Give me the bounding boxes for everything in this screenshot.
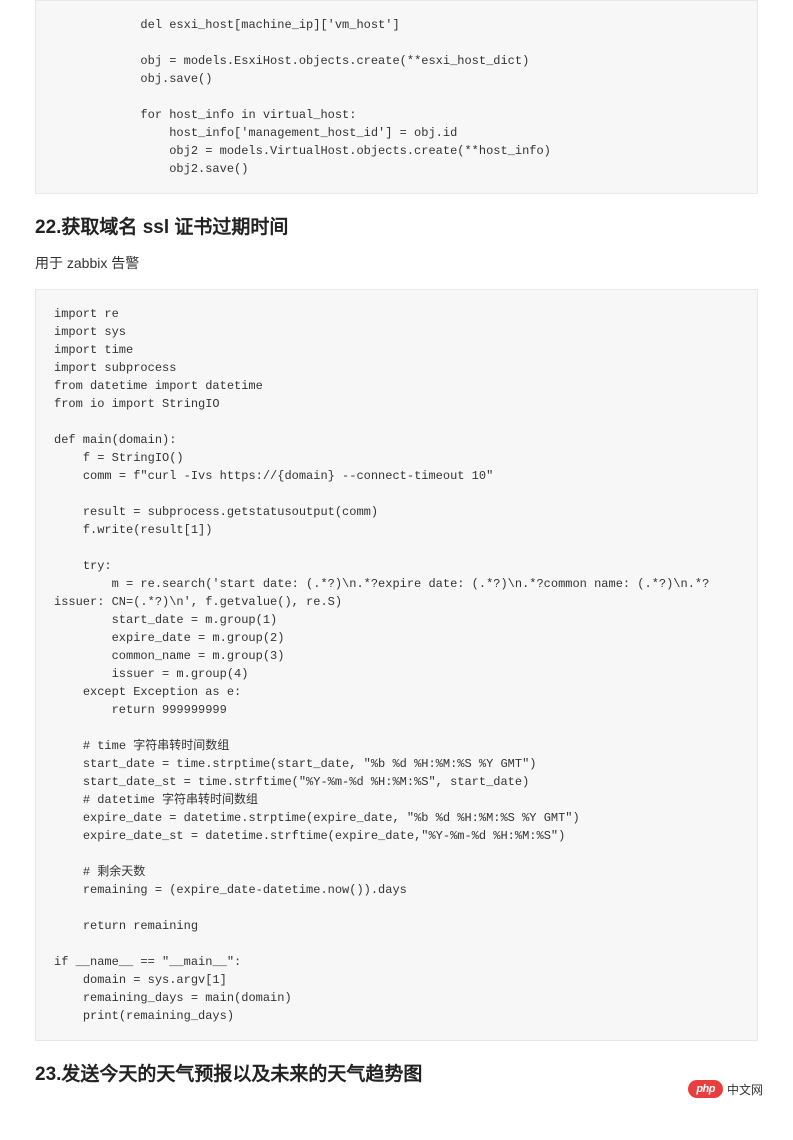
watermark: php 中文网 xyxy=(688,1080,763,1098)
section-heading-22: 22.获取域名 ssl 证书过期时间 xyxy=(35,212,758,239)
watermark-text: 中文网 xyxy=(727,1081,763,1098)
code-block-esxi: del esxi_host[machine_ip]['vm_host'] obj… xyxy=(35,0,758,194)
article-content: del esxi_host[machine_ip]['vm_host'] obj… xyxy=(0,0,793,1086)
section-heading-23: 23.发送今天的天气预报以及未来的天气趋势图 xyxy=(35,1059,758,1086)
code-block-ssl: import re import sys import time import … xyxy=(35,289,758,1041)
php-logo-badge: php xyxy=(688,1080,723,1098)
paragraph-zabbix: 用于 zabbix 告警 xyxy=(35,253,758,273)
